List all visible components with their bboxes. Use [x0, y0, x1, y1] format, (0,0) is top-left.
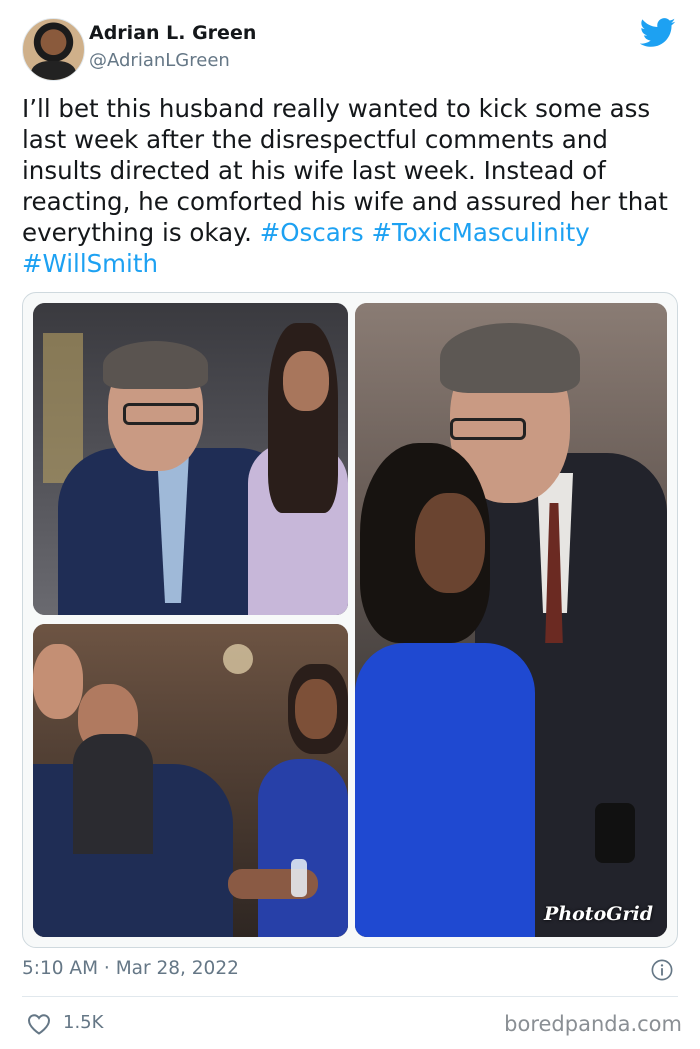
photo-watermark: PhotoGrid: [544, 903, 653, 925]
hashtag-oscars[interactable]: #Oscars: [260, 218, 364, 247]
hashtag-willsmith[interactable]: #WillSmith: [22, 249, 158, 278]
author-handle[interactable]: @AdrianLGreen: [89, 50, 230, 71]
author-name[interactable]: Adrian L. Green: [89, 22, 256, 44]
tweet-text: I’ll bet this husband really wanted to k…: [22, 93, 682, 279]
heart-icon[interactable]: [27, 1013, 51, 1035]
tweet-date: Mar 28, 2022: [115, 958, 239, 979]
avatar[interactable]: [22, 18, 85, 81]
tweet-time: 5:10 AM: [22, 958, 99, 979]
like-count: 1.5K: [63, 1012, 104, 1033]
twitter-bird-icon[interactable]: [640, 18, 676, 48]
source-watermark: boredpanda.com: [504, 1012, 682, 1036]
tweet-timestamp[interactable]: 5:10 AM · Mar 28, 2022: [22, 958, 239, 979]
tweet-header: Adrian L. Green @AdrianLGreen: [22, 16, 678, 81]
hashtag-toxicmasculinity[interactable]: #ToxicMasculinity: [371, 218, 589, 247]
photo-handshake[interactable]: [33, 624, 348, 937]
divider: [22, 996, 678, 997]
meta-separator: ·: [98, 958, 116, 979]
info-icon[interactable]: [651, 959, 673, 981]
photo-seated-couple[interactable]: [33, 303, 348, 615]
tweet-media[interactable]: PhotoGrid: [22, 292, 678, 948]
photo-embrace[interactable]: PhotoGrid: [355, 303, 667, 937]
